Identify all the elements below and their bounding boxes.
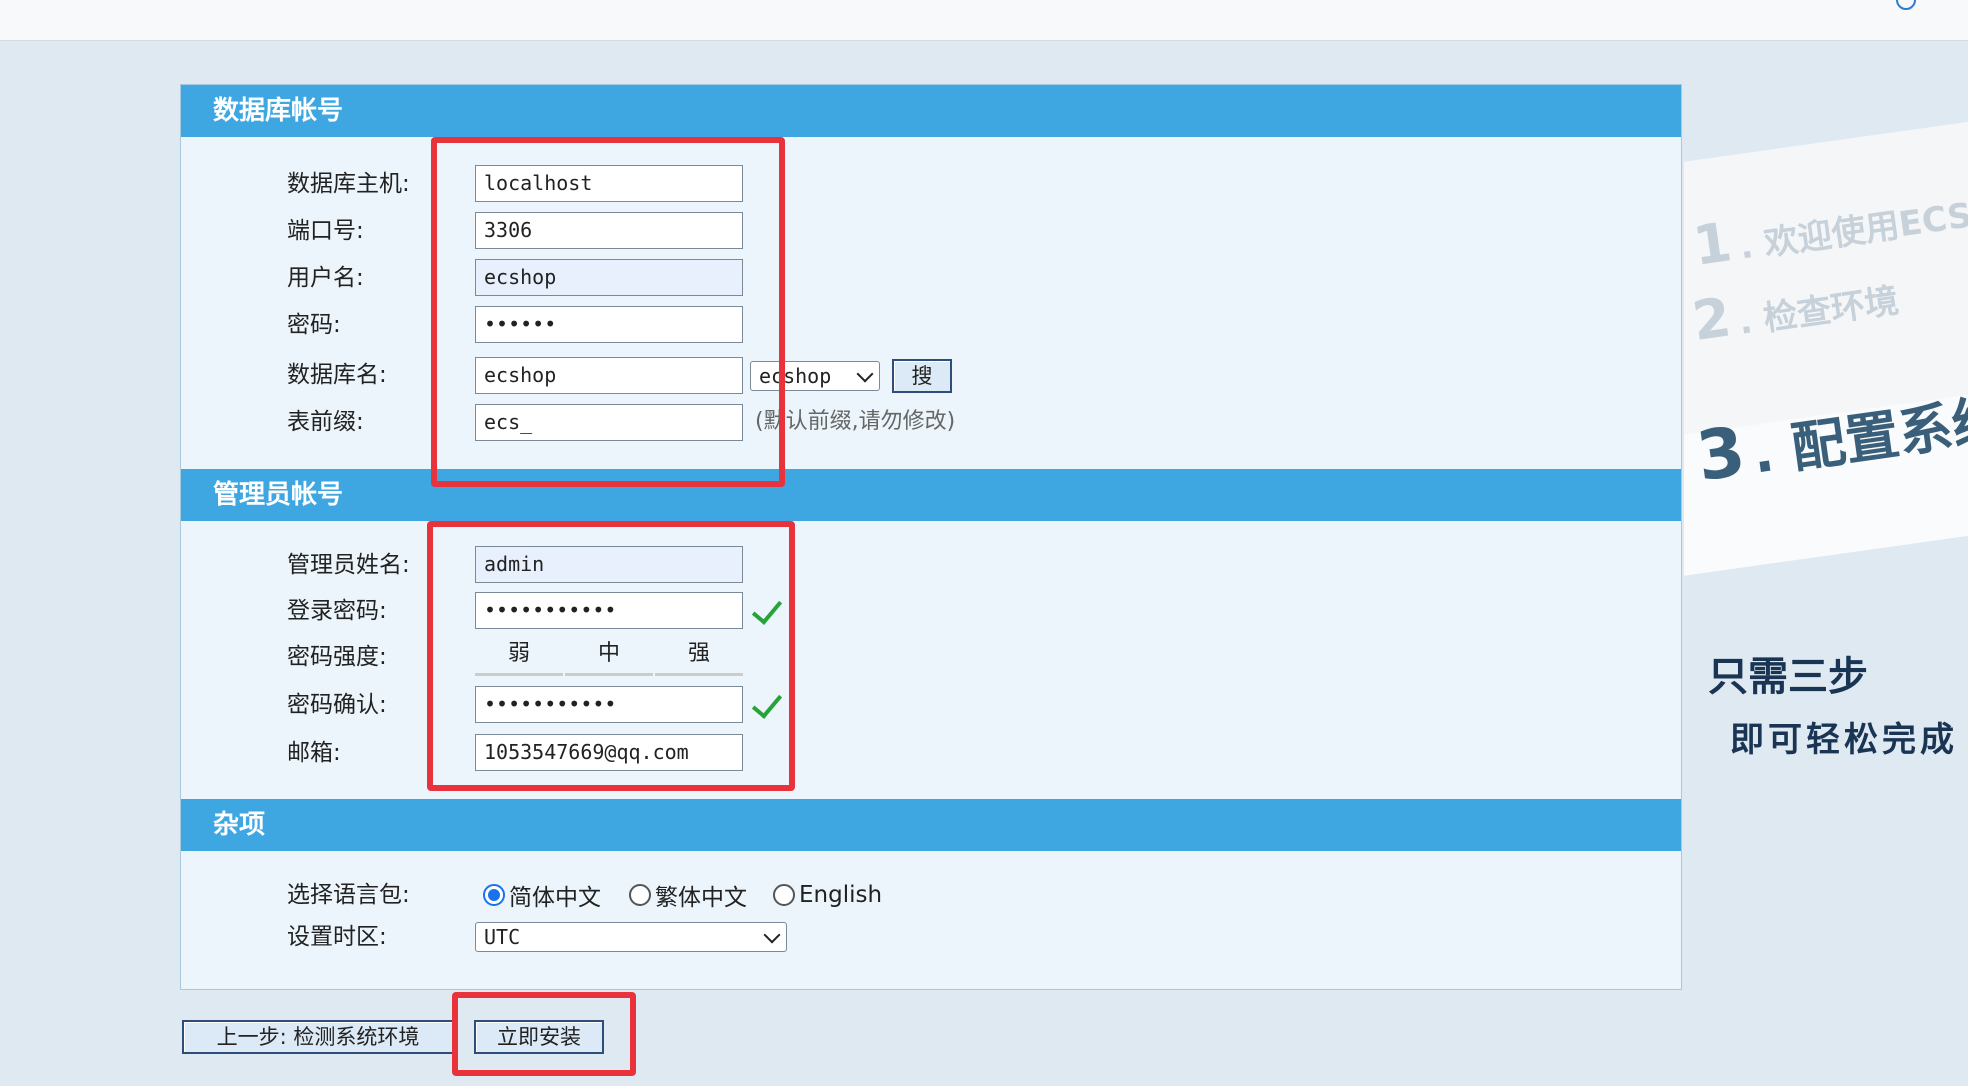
db-port-label: 端口号:	[287, 218, 364, 244]
radio-simplified[interactable]	[483, 884, 505, 906]
radio-english[interactable]	[773, 884, 795, 906]
lang-traditional-label: 繁体中文	[655, 885, 747, 911]
promo-easy-finish: 即可轻松完成	[1730, 720, 1958, 760]
admin-email-label: 邮箱:	[287, 740, 341, 766]
step-2-number: 2	[1688, 285, 1735, 354]
db-prefix-label: 表前缀:	[287, 409, 364, 435]
row-admin-email: 邮箱: 1053547669@qq.com	[181, 733, 1681, 773]
row-admin-password: 登录密码: •••••••••••	[181, 591, 1681, 631]
chevron-down-icon	[763, 926, 781, 944]
row-db-host: 数据库主机: localhost	[181, 164, 1681, 204]
timezone-select-value: UTC	[484, 925, 521, 949]
row-db-user: 用户名: ecshop	[181, 258, 1681, 298]
db-prefix-hint: (默认前缀,请勿修改)	[755, 409, 956, 434]
row-db-port: 端口号: 3306	[181, 211, 1681, 251]
radio-traditional[interactable]	[629, 884, 651, 906]
promo-three-steps: 只需三步	[1708, 654, 1868, 700]
row-db-password: 密码: ••••••	[181, 305, 1681, 345]
section-db-header: 数据库帐号	[181, 85, 1681, 137]
install-config-panel: 数据库帐号 数据库主机: localhost 端口号: 3306 用户名: ec…	[180, 84, 1682, 990]
lang-option-traditional[interactable]: 繁体中文	[629, 875, 747, 915]
row-db-prefix: 表前缀: ecs_ (默认前缀,请勿修改)	[181, 402, 1681, 442]
db-host-label: 数据库主机:	[287, 171, 410, 197]
db-password-label: 密码:	[287, 312, 341, 338]
lang-simplified-label: 简体中文	[509, 885, 601, 911]
row-db-name: 数据库名: ecshop ecshop 搜	[181, 355, 1681, 395]
highlight-db-fields	[431, 137, 785, 487]
timezone-label: 设置时区:	[287, 924, 387, 950]
admin-password-label: 登录密码:	[287, 598, 387, 624]
lang-option-simplified[interactable]: 简体中文	[483, 875, 601, 915]
language-label: 选择语言包:	[287, 882, 410, 908]
password-strength-label: 密码强度:	[287, 644, 387, 670]
prev-step-button[interactable]: 上一步: 检测系统环境	[182, 1020, 454, 1054]
step-1-number: 1	[1689, 210, 1736, 278]
info-icon[interactable]	[1896, 0, 1916, 10]
row-timezone: 设置时区: UTC	[181, 917, 1681, 957]
row-password-strength: 密码强度: 弱 中 强	[181, 637, 1681, 677]
db-name-label: 数据库名:	[287, 362, 387, 388]
admin-confirm-label: 密码确认:	[287, 692, 387, 718]
chevron-down-icon	[856, 365, 874, 383]
section-misc-header: 杂项	[181, 799, 1681, 851]
install-steps-sidebar: 1. 欢迎使用ECSHOP 2. 检查环境 3. 配置系统 只需三步 即可轻松完…	[1684, 84, 1968, 988]
row-admin-name: 管理员姓名: admin	[181, 545, 1681, 585]
row-admin-confirm: 密码确认: •••••••••••	[181, 685, 1681, 725]
section-admin-header: 管理员帐号	[181, 469, 1681, 521]
highlight-install-button	[452, 992, 636, 1076]
lang-option-english[interactable]: English	[773, 875, 882, 915]
admin-name-label: 管理员姓名:	[287, 552, 410, 578]
lang-english-label: English	[799, 882, 883, 908]
highlight-admin-fields	[427, 521, 795, 791]
row-language: 选择语言包: 简体中文 繁体中文 English	[181, 875, 1681, 915]
step-3-number: 3	[1692, 412, 1750, 498]
browser-top-bar	[0, 0, 1968, 41]
db-search-button[interactable]: 搜	[892, 359, 952, 393]
timezone-select[interactable]: UTC	[475, 922, 787, 952]
db-user-label: 用户名:	[287, 265, 364, 291]
